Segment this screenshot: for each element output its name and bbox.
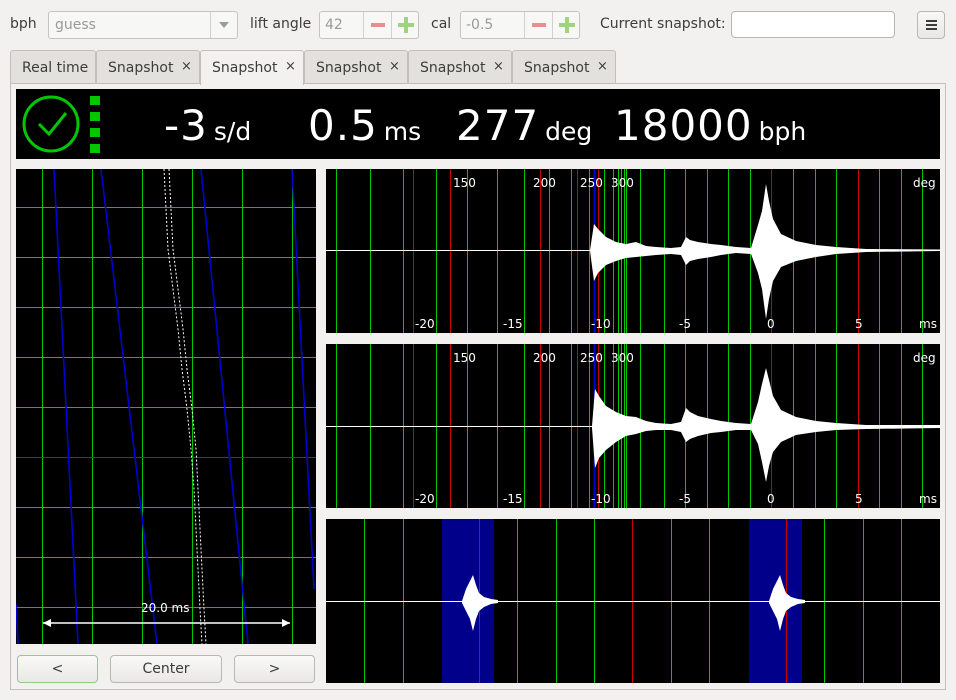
ms-tick: -10 <box>591 317 611 331</box>
close-icon[interactable]: × <box>389 59 400 74</box>
clock-ok-icon <box>22 95 100 153</box>
close-icon[interactable]: × <box>597 59 608 74</box>
time-scale-label: 20.0 ms <box>141 601 190 615</box>
center-button[interactable]: Center <box>110 655 222 683</box>
waveform-graph <box>326 169 940 333</box>
paperstrip-display[interactable]: 20.0 ms <box>16 169 316 644</box>
plus-icon[interactable] <box>391 12 419 38</box>
tab-label: Snapshot <box>420 60 486 76</box>
ms-unit-label: ms <box>919 317 937 331</box>
minus-icon[interactable] <box>524 12 552 38</box>
deg-tick: 200 <box>533 351 556 365</box>
tic-waveform-display: 150 200 250 300 deg -20 -15 -10 -5 0 5 m… <box>326 169 940 333</box>
deg-tick: 300 <box>611 351 634 365</box>
deg-tick: 300 <box>611 176 634 190</box>
current-snapshot-input[interactable] <box>731 11 895 38</box>
toc-waveform-display: 150 200 250 300 deg -20 -15 -10 -5 0 5 m… <box>326 344 940 508</box>
rate-unit: s/d <box>213 117 252 146</box>
bph-combo[interactable]: guess <box>48 11 238 39</box>
tab-label: Real time <box>22 60 89 76</box>
cal-value: -0.5 <box>466 17 494 33</box>
ms-tick: -20 <box>415 317 435 331</box>
bph-readout: 18000 bph <box>614 101 806 150</box>
deg-tick: 150 <box>453 351 476 365</box>
ms-tick: 5 <box>855 492 863 506</box>
rate-value: -3 <box>164 101 208 150</box>
beat-error-unit: ms <box>383 117 422 146</box>
deg-unit-label: deg <box>913 176 936 190</box>
minus-icon[interactable] <box>363 12 391 38</box>
tab-real-time[interactable]: Real time <box>10 50 96 84</box>
lift-angle-value: 42 <box>325 17 343 33</box>
deg-tick: 200 <box>533 176 556 190</box>
bph-readout-value: 18000 <box>614 101 753 150</box>
tab-label: Snapshot <box>108 60 174 76</box>
plus-icon[interactable] <box>552 12 580 38</box>
lift-angle-label: lift angle <box>250 16 312 32</box>
period-display <box>326 519 940 683</box>
tab-label: Snapshot <box>524 60 590 76</box>
readout-bar: -3 s/d 0.5 ms 277 deg 18000 bph <box>16 89 940 159</box>
hamburger-menu-icon[interactable] <box>917 11 945 39</box>
current-snapshot-label: Current snapshot: <box>600 16 726 32</box>
close-icon[interactable]: × <box>285 59 296 74</box>
close-icon[interactable]: × <box>493 59 504 74</box>
ms-tick: 0 <box>767 492 775 506</box>
deg-tick: 150 <box>453 176 476 190</box>
ms-tick: -15 <box>503 317 523 331</box>
ms-tick: -20 <box>415 492 435 506</box>
tab-snapshot-3[interactable]: Snapshot × <box>304 50 408 84</box>
ms-tick: -10 <box>591 492 611 506</box>
next-button[interactable]: > <box>234 655 315 683</box>
lift-angle-spinner[interactable]: 42 <box>319 11 419 39</box>
tab-snapshot-1[interactable]: Snapshot × <box>96 50 200 84</box>
chevron-down-icon[interactable] <box>210 12 237 38</box>
tab-label: Snapshot <box>212 60 278 76</box>
bph-readout-unit: bph <box>758 117 807 146</box>
rate-readout: -3 s/d <box>164 101 251 150</box>
beat-error-value: 0.5 <box>308 101 378 150</box>
ms-tick: 5 <box>855 317 863 331</box>
deg-unit-label: deg <box>913 351 936 365</box>
paperstrip-graph <box>16 169 316 644</box>
beat-error-readout: 0.5 ms <box>308 101 421 150</box>
deg-tick: 250 <box>580 176 603 190</box>
tab-snapshot-2[interactable]: Snapshot × <box>200 50 304 85</box>
amplitude-readout: 277 deg <box>456 101 592 150</box>
bph-label: bph <box>10 16 37 32</box>
cal-label: cal <box>431 16 452 32</box>
ms-unit-label: ms <box>919 492 937 506</box>
bph-combo-value: guess <box>55 17 96 33</box>
close-icon[interactable]: × <box>181 59 192 74</box>
ms-tick: 0 <box>767 317 775 331</box>
tab-snapshot-5[interactable]: Snapshot × <box>512 50 616 84</box>
tab-snapshot-4[interactable]: Snapshot × <box>408 50 512 84</box>
amplitude-value: 277 <box>456 101 540 150</box>
ms-tick: -15 <box>503 492 523 506</box>
period-graph <box>326 519 940 683</box>
waveform-graph <box>326 344 940 508</box>
cal-spinner[interactable]: -0.5 <box>460 11 580 39</box>
toolbar: bph guess lift angle 42 cal -0.5 Current… <box>0 0 956 48</box>
previous-button[interactable]: < <box>17 655 98 683</box>
tab-label: Snapshot <box>316 60 382 76</box>
amplitude-unit: deg <box>545 117 593 146</box>
deg-tick: 250 <box>580 351 603 365</box>
ms-tick: -5 <box>679 492 691 506</box>
ms-tick: -5 <box>679 317 691 331</box>
